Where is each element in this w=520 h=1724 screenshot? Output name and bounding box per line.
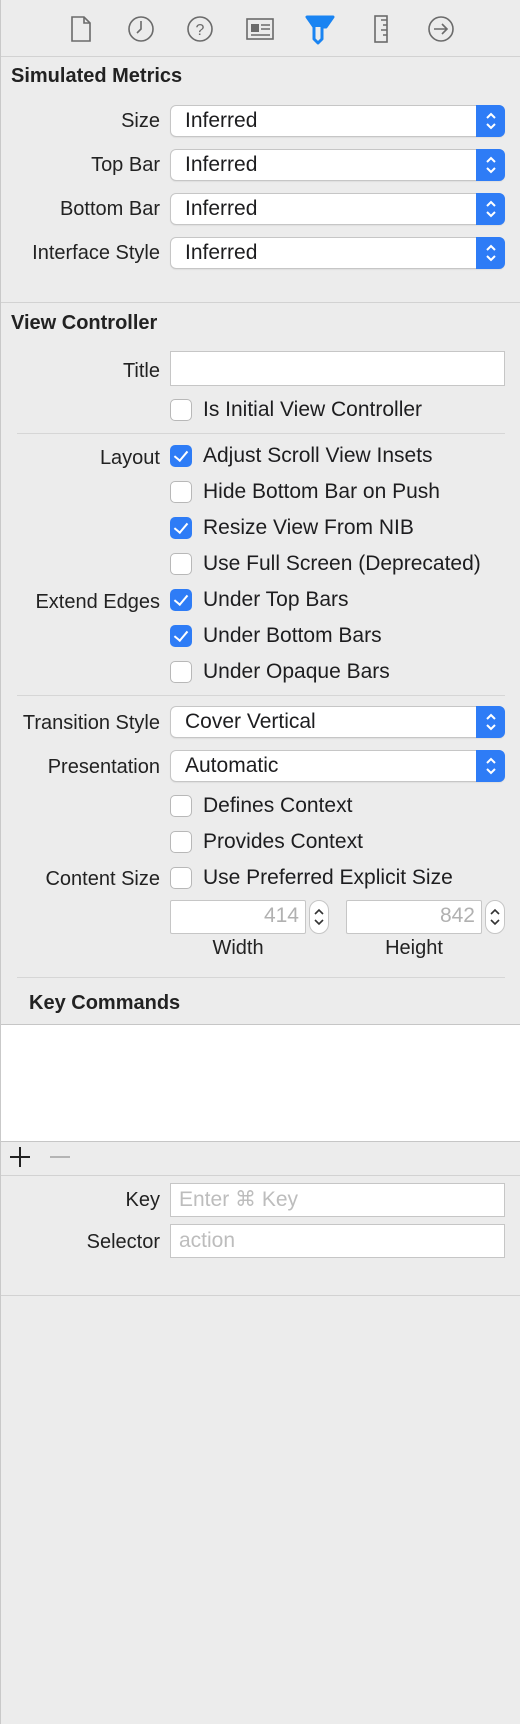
- divider: [17, 433, 505, 434]
- key-label: Key: [125, 1189, 160, 1211]
- transition-style-popup[interactable]: Cover Vertical: [170, 706, 505, 738]
- connections-icon[interactable]: [424, 12, 458, 46]
- history-icon[interactable]: [124, 12, 158, 46]
- inspector-toolbar: ?: [1, 0, 520, 56]
- section-divider: [1, 302, 520, 303]
- use-preferred-size-checkbox[interactable]: [170, 867, 192, 889]
- transition-style-label: Transition Style: [22, 712, 160, 734]
- hide-bottom-bar-label[interactable]: Hide Bottom Bar on Push: [203, 480, 440, 504]
- defines-context-label[interactable]: Defines Context: [203, 794, 352, 818]
- width-label: Width: [212, 937, 264, 959]
- adjust-scroll-insets-checkbox[interactable]: [170, 445, 192, 467]
- resize-view-nib-label[interactable]: Resize View From NIB: [203, 516, 414, 540]
- view-controller-title: View Controller: [11, 312, 158, 334]
- under-top-bars-label[interactable]: Under Top Bars: [203, 588, 349, 612]
- is-initial-checkbox[interactable]: [170, 399, 192, 421]
- selector-field[interactable]: [170, 1224, 505, 1258]
- under-bottom-bars-checkbox[interactable]: [170, 625, 192, 647]
- size-popup[interactable]: Inferred: [170, 105, 505, 137]
- provides-context-checkbox[interactable]: [170, 831, 192, 853]
- size-label: Size: [121, 110, 160, 132]
- use-preferred-size-label[interactable]: Use Preferred Explicit Size: [203, 866, 453, 890]
- presentation-popup[interactable]: Automatic: [170, 750, 505, 782]
- chevron-updown-icon: [476, 149, 505, 181]
- divider: [17, 977, 505, 978]
- key-commands-title: Key Commands: [29, 992, 181, 1014]
- identity-icon[interactable]: [243, 12, 277, 46]
- top-bar-label: Top Bar: [91, 154, 160, 176]
- chevron-updown-icon: [476, 193, 505, 225]
- title-label: Title: [122, 360, 160, 382]
- help-icon[interactable]: ?: [183, 12, 217, 46]
- key-commands-list[interactable]: [1, 1024, 520, 1142]
- interface-style-popup[interactable]: Inferred: [170, 237, 505, 269]
- size-value: Inferred: [185, 109, 258, 132]
- title-field[interactable]: [170, 351, 505, 386]
- under-opaque-bars-label[interactable]: Under Opaque Bars: [203, 660, 390, 684]
- bottom-bar-value: Inferred: [185, 197, 258, 220]
- attributes-inspector: ? Simulated Metrics Size Inferred Top Ba…: [0, 0, 520, 1724]
- section-divider: [1, 1295, 520, 1296]
- chevron-updown-icon: [476, 237, 505, 269]
- adjust-scroll-insets-label[interactable]: Adjust Scroll View Insets: [203, 444, 433, 468]
- toolbar-divider: [1, 56, 520, 57]
- minus-icon: [50, 1156, 70, 1158]
- chevron-updown-icon: [476, 105, 505, 137]
- is-initial-label[interactable]: Is Initial View Controller: [203, 398, 422, 422]
- height-stepper[interactable]: [485, 900, 505, 934]
- height-field[interactable]: 842: [346, 900, 482, 934]
- simulated-metrics-title: Simulated Metrics: [11, 65, 183, 87]
- use-full-screen-checkbox[interactable]: [170, 553, 192, 575]
- file-icon[interactable]: [64, 12, 98, 46]
- provides-context-label[interactable]: Provides Context: [203, 830, 363, 854]
- defines-context-checkbox[interactable]: [170, 795, 192, 817]
- list-bottom-divider: [1, 1175, 520, 1176]
- svg-text:?: ?: [196, 22, 205, 39]
- use-full-screen-label[interactable]: Use Full Screen (Deprecated): [203, 552, 481, 576]
- content-size-label: Content Size: [45, 868, 160, 890]
- plus-icon: [10, 1147, 30, 1167]
- divider: [17, 695, 505, 696]
- size-icon[interactable]: [364, 12, 398, 46]
- selector-label: Selector: [86, 1231, 160, 1253]
- under-bottom-bars-label[interactable]: Under Bottom Bars: [203, 624, 382, 648]
- under-opaque-bars-checkbox[interactable]: [170, 661, 192, 683]
- transition-style-value: Cover Vertical: [185, 710, 316, 733]
- chevron-updown-icon: [476, 706, 505, 738]
- presentation-label: Presentation: [47, 756, 160, 778]
- bottom-bar-label: Bottom Bar: [59, 198, 160, 220]
- width-field[interactable]: 414: [170, 900, 306, 934]
- width-stepper[interactable]: [309, 900, 329, 934]
- height-label: Height: [385, 937, 443, 959]
- add-button[interactable]: [7, 1146, 35, 1168]
- layout-label: Layout: [99, 447, 160, 469]
- bottom-bar-popup[interactable]: Inferred: [170, 193, 505, 225]
- presentation-value: Automatic: [185, 754, 279, 777]
- interface-style-value: Inferred: [185, 241, 258, 264]
- extend-edges-label: Extend Edges: [35, 591, 160, 613]
- key-field[interactable]: [170, 1183, 505, 1217]
- hide-bottom-bar-checkbox[interactable]: [170, 481, 192, 503]
- under-top-bars-checkbox[interactable]: [170, 589, 192, 611]
- chevron-updown-icon: [314, 908, 324, 926]
- top-bar-popup[interactable]: Inferred: [170, 149, 505, 181]
- top-bar-value: Inferred: [185, 153, 258, 176]
- resize-view-nib-checkbox[interactable]: [170, 517, 192, 539]
- chevron-updown-icon: [476, 750, 505, 782]
- chevron-updown-icon: [490, 908, 500, 926]
- remove-button[interactable]: [47, 1146, 75, 1168]
- attributes-icon[interactable]: [303, 12, 337, 46]
- interface-style-label: Interface Style: [32, 242, 160, 264]
